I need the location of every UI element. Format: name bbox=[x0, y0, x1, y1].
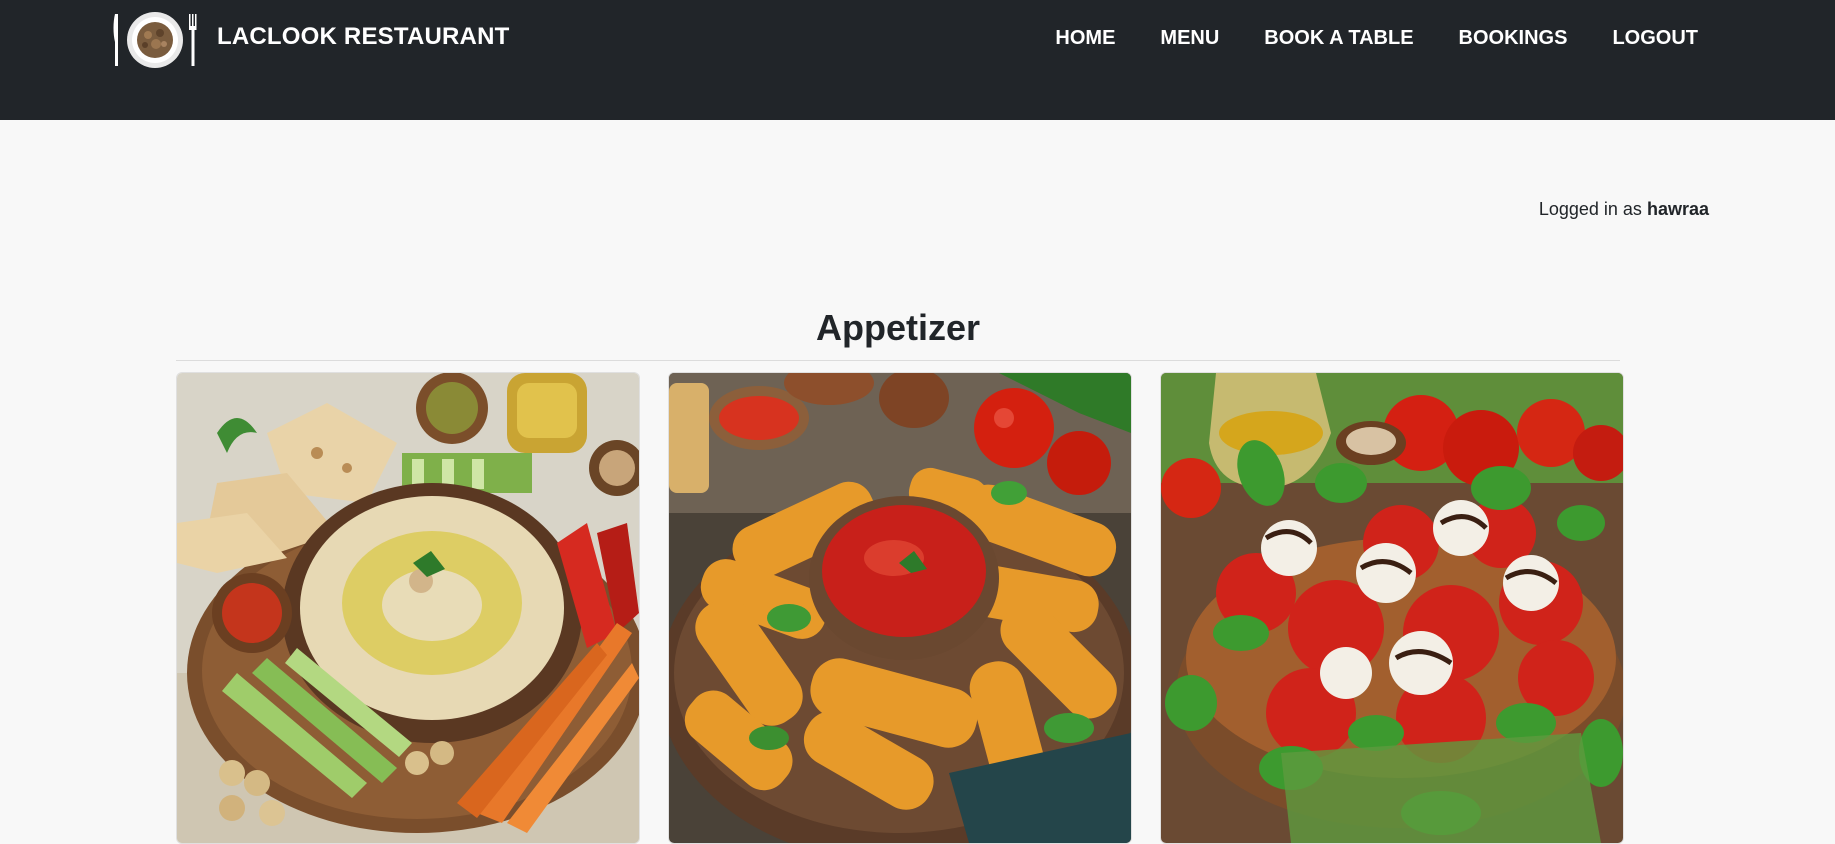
nav-home-link[interactable]: HOME bbox=[1055, 27, 1115, 50]
caprese-salad-photo bbox=[1161, 373, 1623, 843]
section-title: Appetizer bbox=[815, 307, 981, 348]
nav-bookings-link[interactable]: BOOKINGS bbox=[1459, 27, 1568, 50]
hummus-platter-photo bbox=[177, 373, 639, 843]
nav-menu-link[interactable]: MENU bbox=[1160, 27, 1219, 50]
plate-fork-knife-icon bbox=[113, 12, 197, 68]
main-nav: HOME MENU BOOK A TABLE BOOKINGS LOGOUT bbox=[1055, 27, 1698, 50]
section-divider bbox=[176, 360, 1620, 361]
menu-item-card[interactable] bbox=[176, 372, 640, 844]
nav-book-a-table-link[interactable]: BOOK A TABLE bbox=[1264, 27, 1413, 50]
brand-name: LACLOOK RESTAURANT bbox=[217, 23, 510, 50]
top-navbar: LACLOOK RESTAURANT HOME MENU BOOK A TABL… bbox=[0, 0, 1835, 120]
login-status-prefix: Logged in as bbox=[1538, 199, 1642, 219]
brand-link[interactable]: LACLOOK RESTAURANT bbox=[112, 8, 509, 72]
login-status: Logged in as hawraa bbox=[1539, 199, 1709, 220]
menu-item-card[interactable] bbox=[668, 372, 1132, 844]
menu-item-card[interactable] bbox=[1160, 372, 1624, 844]
mozzarella-sticks-photo bbox=[669, 373, 1131, 843]
nav-logout-link[interactable]: LOGOUT bbox=[1612, 27, 1698, 50]
username: hawraa bbox=[1646, 199, 1709, 219]
